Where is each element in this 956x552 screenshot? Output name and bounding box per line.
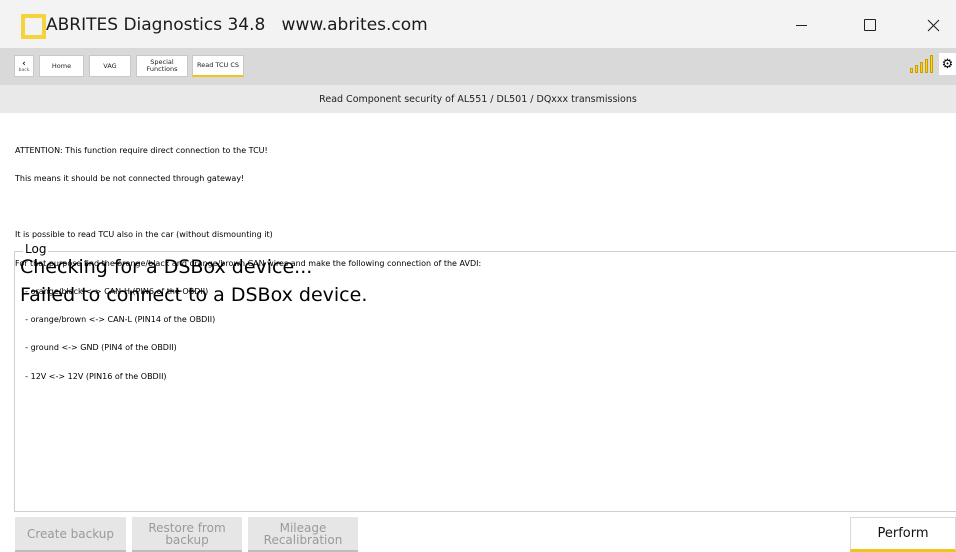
breadcrumb-home[interactable]: Home [39, 55, 84, 77]
app-logo-icon [21, 14, 46, 39]
mileage-label-line2: Recalibration [263, 532, 343, 547]
info-line: It is possible to read TCU also in the c… [15, 230, 273, 240]
breadcrumb-special-functions[interactable]: Special Functions [136, 55, 188, 77]
create-backup-button[interactable]: Create backup [15, 517, 126, 552]
function-header: Read Component security of AL551 / DL501… [0, 85, 956, 113]
log-line: Failed to connect to a DSBox device. [20, 284, 368, 306]
signal-strength-icon [910, 55, 934, 73]
breadcrumb-special-functions-label: Special Functions [146, 58, 178, 73]
breadcrumb-vag[interactable]: VAG [89, 55, 131, 77]
breadcrumb-read-tcu-cs[interactable]: Read TCU CS [192, 55, 244, 77]
mileage-recalibration-button[interactable]: Mileage Recalibration [248, 517, 358, 552]
mileage-label-line1: Mileage [279, 520, 327, 535]
log-line: Checking for a DSBox device... [20, 256, 313, 278]
info-line: This means it should be not connected th… [15, 174, 245, 184]
back-chevron-icon: ‹ [22, 58, 26, 69]
maximize-icon[interactable] [847, 10, 893, 40]
info-line [15, 202, 481, 211]
window-title: ABRITES Diagnostics 34.8 www.abrites.com [46, 15, 428, 35]
restore-label-line2: backup [165, 532, 209, 547]
back-label: back [18, 67, 30, 73]
toolbar: ‹ back Home VAG Special Functions Read T… [0, 48, 956, 85]
close-icon[interactable] [910, 10, 956, 40]
log-legend: Log [23, 242, 49, 256]
title-bar: ABRITES Diagnostics 34.8 www.abrites.com [0, 0, 956, 48]
minimize-icon[interactable] [778, 10, 824, 40]
perform-button[interactable]: Perform [850, 517, 956, 552]
restore-label-line1: Restore from [148, 520, 226, 535]
info-line: ATTENTION: This function require direct … [15, 145, 268, 155]
back-button[interactable]: ‹ back [14, 55, 34, 77]
restore-from-backup-button[interactable]: Restore from backup [132, 517, 242, 552]
gear-icon[interactable]: ⚙ [939, 53, 956, 75]
